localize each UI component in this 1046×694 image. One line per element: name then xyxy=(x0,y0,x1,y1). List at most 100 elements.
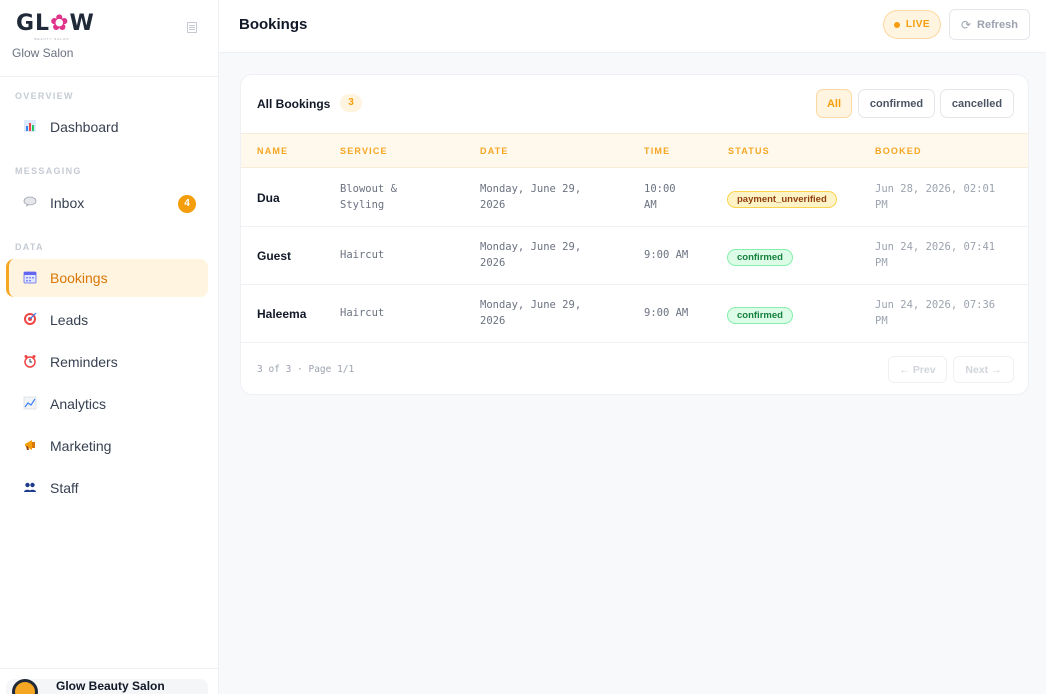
sidebar-item-label: Reminders xyxy=(50,354,118,370)
sidebar: GL✿W BEAUTY SALON Glow Salon OVERVIEW Da… xyxy=(0,0,219,694)
service-cell: Blowout & Styling xyxy=(340,181,450,213)
sidebar-footer: Glow Beauty Salon xyxy=(0,668,219,694)
column-header-status[interactable]: STATUS xyxy=(728,146,770,156)
sidebar-item-marketing[interactable]: Marketing xyxy=(6,427,208,465)
prev-page-button[interactable]: ← Prev xyxy=(888,356,947,383)
table-row[interactable]: Guest Haircut Monday, June 29, 2026 9:00… xyxy=(241,227,1028,285)
sidebar-item-label: Analytics xyxy=(50,396,107,412)
status-badge: confirmed xyxy=(727,307,793,324)
live-dot-icon xyxy=(893,21,900,28)
sidebar-item-reminders[interactable]: Reminders xyxy=(6,343,208,381)
calendar-icon xyxy=(22,270,38,286)
live-label: LIVE xyxy=(905,19,931,30)
booked-line: Jun 28, 2026, 02:01 xyxy=(875,183,996,195)
sidebar-item-analytics[interactable]: Analytics xyxy=(6,385,208,423)
pagination-summary: 3 of 3 · Page 1/1 xyxy=(257,364,355,375)
date-line: Monday, June 29, xyxy=(480,183,582,195)
trend-chart-icon xyxy=(22,396,38,412)
date-cell: Monday, June 29, 2026 xyxy=(480,239,620,271)
booked-line: Jun 24, 2026, 07:41 xyxy=(875,241,996,253)
table-header: NAME SERVICE DATE TIME STATUS BOOKED xyxy=(241,133,1028,168)
megaphone-icon xyxy=(22,438,38,454)
pagination-bar: 3 of 3 · Page 1/1 ← Prev Next → xyxy=(241,343,1028,394)
inbox-unread-badge: 4 xyxy=(178,195,196,213)
bar-chart-icon xyxy=(22,119,38,135)
service-line: Blowout & xyxy=(340,183,397,195)
table-row[interactable]: Dua Blowout & Styling Monday, June 29, 2… xyxy=(241,169,1028,227)
logo-tagline: BEAUTY SALON xyxy=(34,37,70,41)
time-line: 9:00 AM xyxy=(644,249,689,261)
sidebar-item-bookings[interactable]: Bookings xyxy=(6,259,208,297)
booked-cell: Jun 24, 2026, 07:36 PM xyxy=(875,297,1025,329)
booked-cell: Jun 28, 2026, 02:01 PM xyxy=(875,181,1025,213)
column-header-time[interactable]: TIME xyxy=(644,146,670,156)
flower-icon: ✿ xyxy=(50,11,70,36)
sidebar-item-label: Dashboard xyxy=(50,119,119,135)
sidebar-item-label: Inbox xyxy=(50,195,85,211)
date-cell: Monday, June 29, 2026 xyxy=(480,297,620,329)
service-line: Haircut xyxy=(340,249,385,261)
sidebar-item-staff[interactable]: Staff xyxy=(6,469,208,507)
filter-confirmed-button[interactable]: confirmed xyxy=(858,89,935,118)
section-label-overview: OVERVIEW xyxy=(15,91,74,101)
people-icon xyxy=(22,480,38,496)
time-line: 9:00 AM xyxy=(644,307,689,319)
bookings-card: All Bookings 3 All confirmed cancelled N… xyxy=(240,74,1029,395)
booked-line: PM xyxy=(875,315,888,327)
booked-line: PM xyxy=(875,257,888,269)
speech-bubble-icon xyxy=(22,195,38,211)
card-title: All Bookings xyxy=(257,97,331,111)
date-line: 2026 xyxy=(480,257,506,269)
section-label-messaging: MESSAGING xyxy=(15,166,82,176)
column-header-name[interactable]: NAME xyxy=(257,146,288,156)
service-line: Haircut xyxy=(340,307,385,319)
customer-name: Dua xyxy=(257,191,280,205)
time-cell: 9:00 AM xyxy=(644,305,704,321)
booked-line: Jun 24, 2026, 07:36 xyxy=(875,299,996,311)
column-header-date[interactable]: DATE xyxy=(480,146,509,156)
status-badge: payment_unverified xyxy=(727,191,837,208)
next-page-button[interactable]: Next → xyxy=(953,356,1014,383)
table-row[interactable]: Haleema Haircut Monday, June 29, 2026 9:… xyxy=(241,285,1028,343)
salon-name: Glow Salon xyxy=(12,46,74,60)
time-cell: 10:00 AM xyxy=(644,181,704,213)
sidebar-item-leads[interactable]: Leads xyxy=(6,301,208,339)
time-cell: 9:00 AM xyxy=(644,247,704,263)
alarm-clock-icon xyxy=(22,354,38,370)
sidebar-item-label: Leads xyxy=(50,312,89,328)
collapse-sidebar-icon[interactable] xyxy=(187,22,197,33)
refresh-button[interactable]: ⟳ Refresh xyxy=(949,9,1030,40)
date-cell: Monday, June 29, 2026 xyxy=(480,181,620,213)
account-name: Glow Beauty Salon xyxy=(56,679,165,693)
time-line: 10:00 xyxy=(644,183,676,195)
filter-cancelled-button[interactable]: cancelled xyxy=(940,89,1014,118)
sidebar-item-label: Staff xyxy=(50,480,79,496)
filter-all-button[interactable]: All xyxy=(816,89,852,118)
customer-name: Guest xyxy=(257,249,292,263)
target-icon xyxy=(22,312,38,328)
top-bar: Bookings LIVE ⟳ Refresh xyxy=(219,0,1046,53)
bookings-count-badge: 3 xyxy=(340,94,362,112)
glow-logo[interactable]: GL✿W BEAUTY SALON xyxy=(16,11,94,42)
date-line: 2026 xyxy=(480,315,506,327)
section-label-data: DATA xyxy=(15,242,44,252)
sidebar-item-dashboard[interactable]: Dashboard xyxy=(6,108,208,146)
status-badge: confirmed xyxy=(727,249,793,266)
date-line: 2026 xyxy=(480,199,506,211)
page-title: Bookings xyxy=(239,16,308,33)
time-line: AM xyxy=(644,199,657,211)
refresh-icon: ⟳ xyxy=(960,17,972,32)
column-header-booked[interactable]: BOOKED xyxy=(875,146,922,156)
brand-header: GL✿W BEAUTY SALON Glow Salon xyxy=(0,0,218,77)
service-cell: Haircut xyxy=(340,247,450,263)
booked-line: PM xyxy=(875,199,888,211)
sidebar-item-inbox[interactable]: Inbox 4 xyxy=(6,184,208,222)
live-indicator: LIVE xyxy=(883,10,941,39)
customer-name: Haleema xyxy=(257,307,307,321)
service-cell: Haircut xyxy=(340,305,450,321)
service-line: Styling xyxy=(340,199,385,211)
date-line: Monday, June 29, xyxy=(480,241,582,253)
column-header-service[interactable]: SERVICE xyxy=(340,146,388,156)
date-line: Monday, June 29, xyxy=(480,299,582,311)
sidebar-item-label: Marketing xyxy=(50,438,112,454)
